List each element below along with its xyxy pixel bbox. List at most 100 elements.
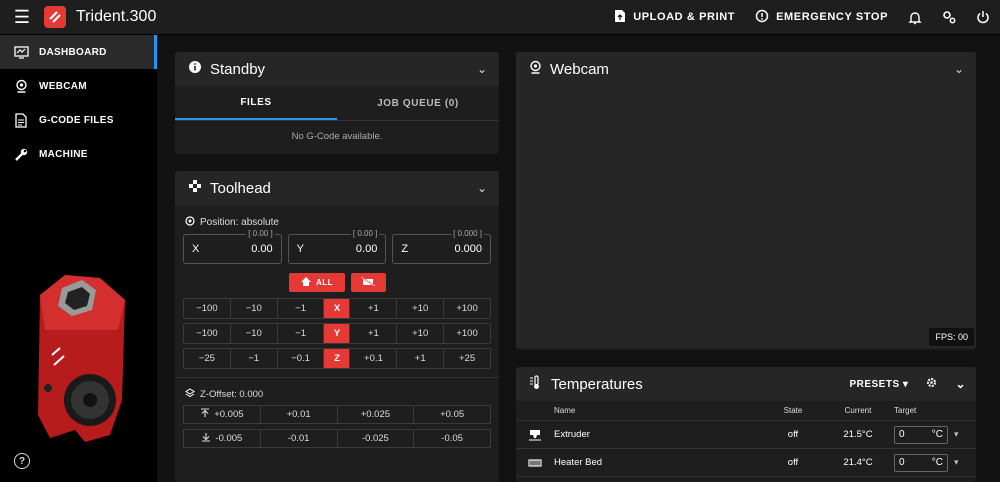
- jog-z-plus-0-1[interactable]: +0.1: [350, 349, 398, 368]
- home-all-label: ALL: [315, 278, 334, 287]
- sidebar-item-label: DASHBOARD: [39, 46, 107, 58]
- jog-row-z: −25 −1 −0.1 Z +0.1 +1 +25: [183, 348, 491, 369]
- z-offset-up-0-005-label: +0.005: [214, 409, 244, 420]
- coordinate-fields: [ 0.00 ] X 0.00 [ 0.00 ] Y 0.00 [ 0.000 …: [175, 229, 499, 264]
- cog-icon[interactable]: [926, 377, 937, 391]
- file-document-icon: [13, 112, 29, 128]
- table-row: Heater Bed off 21.4°C 0 °C ▾: [516, 449, 976, 477]
- standby-card: Standby ⌄ FILES JOB QUEUE (0) No G-Code …: [175, 52, 499, 154]
- z-offset-down-0-05[interactable]: -0.05: [414, 430, 490, 447]
- home-all-button[interactable]: ALL: [288, 273, 345, 292]
- z-offset-down-0-025[interactable]: -0.025: [338, 430, 415, 447]
- help-icon[interactable]: ?: [14, 453, 30, 469]
- standby-header: Standby ⌄: [175, 52, 499, 86]
- sidebar-item-label: G-CODE FILES: [39, 114, 114, 126]
- x-position-field[interactable]: [ 0.00 ] X 0.00: [183, 229, 282, 264]
- tab-files[interactable]: FILES: [175, 86, 337, 120]
- z-offset-up-0-005[interactable]: +0.005: [184, 406, 261, 423]
- jog-row-x: −100 −10 −1 X +1 +10 +100: [183, 298, 491, 319]
- table-header-row: Name State Current Target: [516, 401, 976, 421]
- tab-job-queue[interactable]: JOB QUEUE (0): [337, 86, 499, 120]
- jog-y-plus-1[interactable]: +1: [350, 324, 398, 343]
- power-icon[interactable]: [966, 0, 1000, 35]
- home-buttons: ALL: [175, 264, 499, 292]
- printer-nozzle-icon: [516, 429, 554, 441]
- temperature-table: Name State Current Target Extruder off 2…: [516, 401, 976, 477]
- sidebar-item-gcode-files[interactable]: G-CODE FILES: [0, 103, 157, 137]
- jog-y-minus-100[interactable]: −100: [184, 324, 231, 343]
- jog-z-plus-1[interactable]: +1: [397, 349, 445, 368]
- jog-y-minus-10[interactable]: −10: [231, 324, 278, 343]
- bell-icon[interactable]: [898, 0, 932, 35]
- chevron-down-icon[interactable]: ▾: [954, 457, 959, 468]
- webcam-header: Webcam ⌄: [516, 52, 976, 86]
- jog-z-minus-0-1[interactable]: −0.1: [278, 349, 325, 368]
- toolhead-title: Toolhead: [210, 179, 271, 197]
- jog-z-minus-1[interactable]: −1: [231, 349, 278, 368]
- jog-x-plus-1[interactable]: +1: [350, 299, 398, 318]
- home-z-button[interactable]: Z: [324, 349, 351, 368]
- jog-x-plus-100[interactable]: +100: [444, 299, 490, 318]
- cogs-icon[interactable]: [932, 0, 966, 35]
- jog-y-plus-100[interactable]: +100: [444, 324, 490, 343]
- presets-button[interactable]: PRESETS ▾: [849, 379, 908, 390]
- upload-print-button[interactable]: UPLOAD & PRINT: [604, 0, 745, 35]
- z-offset-up-0-05[interactable]: +0.05: [414, 406, 490, 423]
- sidebar-item-machine[interactable]: MACHINE: [0, 137, 157, 171]
- z-axis-label: Z: [401, 243, 409, 255]
- position-mode: Position: absolute: [175, 205, 499, 229]
- jog-y-minus-1[interactable]: −1: [278, 324, 325, 343]
- home-y-button[interactable]: Y: [324, 324, 351, 343]
- jog-controls: −100 −10 −1 X +1 +10 +100 −100 −10 −1 Y …: [175, 292, 499, 369]
- emergency-stop-button[interactable]: EMERGENCY STOP: [745, 0, 898, 35]
- file-upload-icon: [614, 9, 626, 26]
- app-title: Trident.300: [76, 8, 157, 25]
- z-offset-up-0-01[interactable]: +0.01: [261, 406, 338, 423]
- jog-x-minus-100[interactable]: −100: [184, 299, 231, 318]
- jog-x-minus-10[interactable]: −10: [231, 299, 278, 318]
- engine-off-icon: [360, 276, 376, 289]
- chevron-down-icon[interactable]: ▾: [954, 429, 959, 440]
- webcam-card: Webcam ⌄ FPS: 00: [516, 52, 976, 350]
- target-unit: °C: [931, 429, 943, 440]
- heater-name[interactable]: Extruder: [554, 429, 764, 440]
- x-position-value: 0.00: [251, 243, 273, 255]
- z-offset-down-0-005-label: -0.005: [215, 433, 243, 444]
- toolhead-card: Toolhead ⌄ Position: absolute [ 0.00 ] X…: [175, 171, 499, 482]
- heater-state: off: [787, 457, 799, 468]
- y-position-field[interactable]: [ 0.00 ] Y 0.00: [287, 229, 387, 264]
- sidebar-item-label: MACHINE: [39, 148, 88, 160]
- z-offset-down-0-01[interactable]: -0.01: [261, 430, 338, 447]
- motors-off-button[interactable]: [350, 273, 386, 292]
- jog-z-plus-25[interactable]: +25: [444, 349, 490, 368]
- printer-toolhead-image: [30, 270, 135, 450]
- target-unit: °C: [931, 457, 943, 468]
- heater-name[interactable]: Heater Bed: [554, 457, 764, 468]
- heater-current-temp: 21.4°C: [843, 457, 873, 468]
- home-x-button[interactable]: X: [324, 299, 351, 318]
- top-app-bar: ☰ Trident.300 UPLOAD & PRINT EMERGENCY S…: [0, 0, 1000, 35]
- home-icon: [300, 276, 312, 289]
- x-requested-position: [ 0.00 ]: [246, 229, 275, 238]
- jog-x-plus-10[interactable]: +10: [397, 299, 445, 318]
- table-row: Extruder off 21.5°C 0 °C ▾: [516, 421, 976, 449]
- wrench-icon: [13, 146, 29, 162]
- standby-tabs: FILES JOB QUEUE (0): [175, 86, 499, 121]
- chevron-down-icon[interactable]: ⌄: [954, 62, 964, 76]
- menu-icon[interactable]: ☰: [0, 0, 44, 35]
- chevron-down-icon[interactable]: ⌄: [477, 62, 487, 76]
- z-offset-up-0-025[interactable]: +0.025: [338, 406, 415, 423]
- jog-z-minus-25[interactable]: −25: [184, 349, 231, 368]
- heater-bed-target-input[interactable]: 0 °C: [894, 453, 948, 472]
- jog-x-minus-1[interactable]: −1: [278, 299, 325, 318]
- z-position-field[interactable]: [ 0.000 ] Z 0.000: [392, 229, 492, 264]
- y-position-value: 0.00: [355, 243, 378, 255]
- extruder-target-input[interactable]: 0 °C: [894, 425, 948, 444]
- chevron-down-icon[interactable]: ⌄: [955, 377, 966, 391]
- sidebar-item-dashboard[interactable]: DASHBOARD: [0, 35, 157, 69]
- z-offset-down-0-005[interactable]: -0.005: [184, 430, 261, 447]
- sidebar-item-webcam[interactable]: WEBCAM: [0, 69, 157, 103]
- z-offset-up-row: +0.005 +0.01 +0.025 +0.05: [183, 405, 491, 424]
- chevron-down-icon[interactable]: ⌄: [477, 181, 487, 195]
- jog-y-plus-10[interactable]: +10: [397, 324, 445, 343]
